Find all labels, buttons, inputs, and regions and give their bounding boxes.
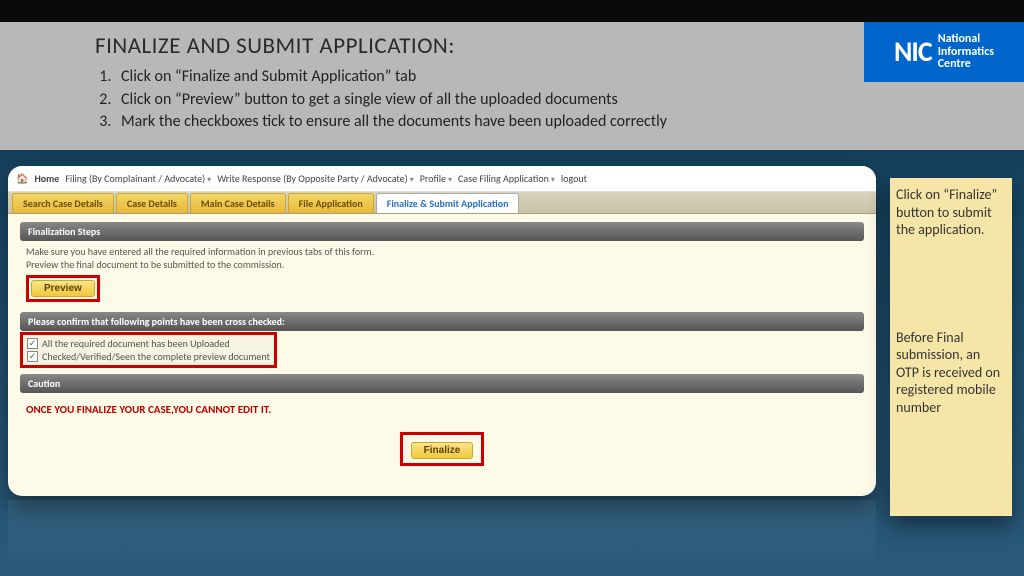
checkbox-row: ✓ Checked/Verified/Seen the complete pre… — [27, 350, 270, 363]
tab-main-case-details[interactable]: Main Case Details — [190, 193, 286, 213]
preview-button[interactable]: Preview — [31, 280, 95, 297]
instruction-item: Click on “Preview” button to get a singl… — [115, 89, 1024, 111]
checkbox-row: ✓ All the required document has been Upl… — [27, 337, 270, 350]
tab-search-case-details[interactable]: Search Case Details — [12, 193, 114, 213]
tab-file-application[interactable]: File Application — [288, 193, 374, 213]
tab-bar: Search Case Details Case Details Main Ca… — [8, 192, 876, 214]
preview-highlight: Preview — [26, 275, 100, 302]
home-icon: 🏠 — [16, 172, 28, 185]
finalization-text: Make sure you have entered all the requi… — [20, 241, 864, 306]
tab-case-details[interactable]: Case Details — [116, 193, 188, 213]
confirm-header: Please confirm that following points hav… — [20, 312, 864, 331]
breadcrumb: 🏠 Home Filing (By Complainant / Advocate… — [8, 166, 876, 192]
finalize-area: Finalize — [20, 432, 864, 466]
nic-logo: NIC National Informatics Centre — [864, 22, 1024, 82]
panel-body: Finalization Steps Make sure you have en… — [8, 214, 876, 474]
app-screenshot: 🏠 Home Filing (By Complainant / Advocate… — [8, 166, 876, 496]
nic-logo-subtitle: National Informatics Centre — [938, 33, 994, 71]
tab-finalize-submit[interactable]: Finalize & Submit Application — [376, 193, 520, 213]
finalize-highlight: Finalize — [400, 432, 485, 466]
finalize-button[interactable]: Finalize — [411, 442, 474, 459]
checkbox-verified[interactable]: ✓ — [27, 351, 38, 362]
breadcrumb-home[interactable]: Home — [34, 172, 59, 185]
breadcrumb-item[interactable]: Write Response (By Opposite Party / Advo… — [217, 172, 414, 185]
checkbox-label: All the required document has been Uploa… — [42, 337, 230, 350]
breadcrumb-logout[interactable]: logout — [561, 172, 587, 185]
card-reflection — [8, 500, 876, 570]
breadcrumb-item[interactable]: Case Filing Application — [458, 172, 555, 185]
checkbox-uploaded[interactable]: ✓ — [27, 338, 38, 349]
instruction-item: Mark the checkboxes tick to ensure all t… — [115, 111, 1024, 133]
checkbox-highlight: ✓ All the required document has been Upl… — [20, 332, 277, 368]
note-paragraph: Click on “Finalize” button to submit the… — [896, 186, 1006, 239]
side-note: Click on “Finalize” button to submit the… — [890, 178, 1012, 516]
caution-header: Caution — [20, 374, 864, 393]
checkbox-label: Checked/Verified/Seen the complete previ… — [42, 350, 270, 363]
slide-top-bar — [0, 0, 1024, 22]
nic-logo-text: NIC — [894, 38, 932, 66]
breadcrumb-item[interactable]: Filing (By Complainant / Advocate) — [65, 172, 211, 185]
note-paragraph: Before Final submission, an OTP is recei… — [896, 329, 1006, 417]
caution-text: ONCE YOU FINALIZE YOUR CASE,YOU CANNOT E… — [20, 393, 864, 426]
finalization-header: Finalization Steps — [20, 222, 864, 241]
breadcrumb-item[interactable]: Profile — [420, 172, 452, 185]
